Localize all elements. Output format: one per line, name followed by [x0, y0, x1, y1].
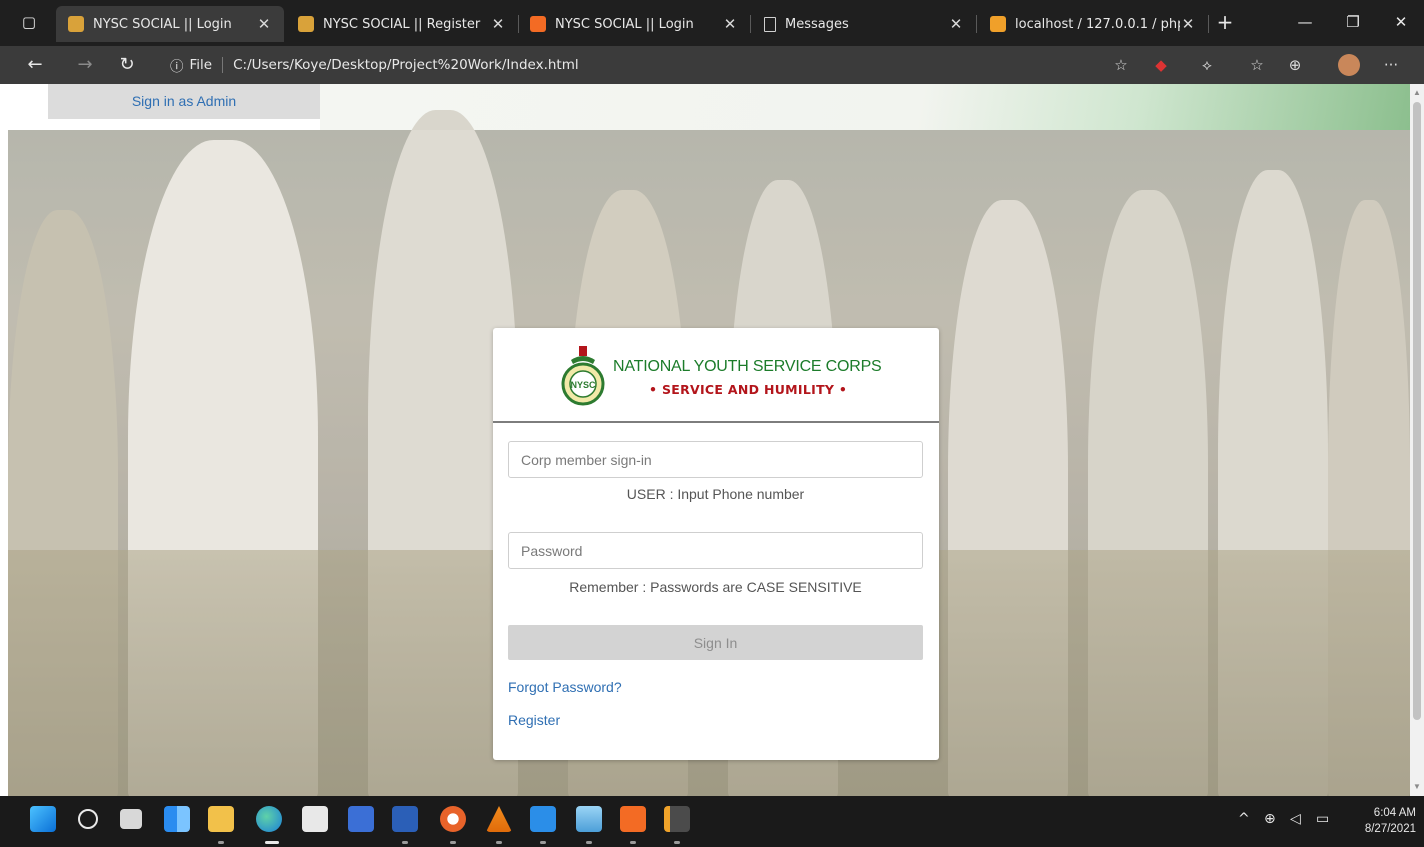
system-clock[interactable]: 6:04 AM 8/27/2021: [1350, 805, 1416, 837]
close-icon[interactable]: ✕: [948, 15, 964, 33]
close-icon[interactable]: ✕: [490, 15, 506, 33]
signin-button[interactable]: Sign In: [508, 625, 923, 660]
taskbar: ^ ⊕ ◁ ▭ 6:04 AM 8/27/2021: [0, 796, 1424, 847]
refresh-icon[interactable]: ↻: [112, 50, 142, 80]
forgot-password-link[interactable]: Forgot Password?: [508, 679, 622, 695]
scroll-down-icon[interactable]: ▼: [1410, 780, 1424, 794]
org-name: NATIONAL YOUTH SERVICE CORPS: [613, 358, 882, 375]
nysc-logo-icon: [298, 16, 314, 32]
tab-title: NYSC SOCIAL || Login: [555, 16, 694, 32]
restore-icon[interactable]: ❐: [1338, 8, 1368, 36]
profile-avatar[interactable]: [1338, 54, 1360, 76]
extension-icon[interactable]: ◆: [1150, 54, 1172, 76]
close-icon[interactable]: ✕: [722, 15, 738, 33]
forward-arrow-icon[interactable]: →: [70, 50, 100, 80]
close-window-icon[interactable]: ✕: [1386, 8, 1416, 36]
chrome-icon[interactable]: [440, 806, 466, 832]
scrollbar[interactable]: ▲ ▼: [1410, 84, 1424, 796]
word-icon[interactable]: [392, 806, 418, 832]
tab-title: NYSC SOCIAL || Login: [93, 16, 232, 32]
header-banner: [320, 84, 1410, 130]
org-motto: • SERVICE AND HUMILITY •: [649, 382, 848, 397]
task-view-icon[interactable]: [120, 809, 142, 829]
favorites-star-icon[interactable]: ☆: [1110, 54, 1132, 76]
address-bar: ← → ↻ ⓘ File C:/Users/Koye/Desktop/Proje…: [0, 46, 1424, 84]
password-hint: Remember : Passwords are CASE SENSITIVE: [569, 579, 862, 595]
clock-time: 6:04 AM: [1373, 807, 1416, 819]
url-text: C:/Users/Koye/Desktop/Project%20Work/Ind…: [233, 57, 579, 73]
back-arrow-icon[interactable]: ←: [20, 50, 50, 80]
search-icon[interactable]: [78, 809, 98, 829]
minimize-icon[interactable]: —: [1290, 8, 1320, 36]
xampp-icon[interactable]: [620, 806, 646, 832]
start-icon[interactable]: [30, 806, 56, 832]
puzzle-extensions-icon[interactable]: ⟡: [1196, 54, 1218, 76]
tab-title: localhost / 127.0.0.1 / phpch: [1015, 16, 1180, 32]
admin-signin-button[interactable]: Sign in as Admin: [48, 84, 320, 119]
nysc-logo-icon: NYSC: [561, 346, 605, 406]
xampp-icon: [530, 16, 546, 32]
widgets-icon[interactable]: [164, 806, 190, 832]
speaker-icon[interactable]: ◁: [1290, 811, 1301, 827]
store-icon[interactable]: [302, 806, 328, 832]
browser-tab-bar: ▢ NYSC SOCIAL || Login ✕ NYSC SOCIAL || …: [0, 0, 1424, 46]
card-header: NYSC NATIONAL YOUTH SERVICE CORPS • SERV…: [493, 328, 939, 423]
sublime-icon[interactable]: [664, 806, 690, 832]
user-hint: USER : Input Phone number: [626, 486, 805, 502]
new-tab-button[interactable]: +: [1210, 8, 1240, 36]
chevron-up-icon[interactable]: ^: [1238, 811, 1250, 827]
nysc-logo-icon: [68, 16, 84, 32]
tab-actions-icon[interactable]: ▢: [14, 8, 44, 36]
scroll-up-icon[interactable]: ▲: [1410, 86, 1424, 100]
vlc-icon[interactable]: [486, 806, 512, 832]
tab-nysc-login-2[interactable]: NYSC SOCIAL || Login ✕: [518, 6, 750, 42]
user-phone-input[interactable]: [508, 441, 923, 478]
tab-nysc-register[interactable]: NYSC SOCIAL || Register ✕: [286, 6, 518, 42]
register-link[interactable]: Register: [508, 712, 560, 728]
file-label: File: [189, 57, 213, 73]
tab-messages[interactable]: Messages ✕: [752, 6, 976, 42]
page-viewport: Sign in as Admin NYSC NATIONAL YOUTH SER…: [0, 84, 1410, 796]
logo-initials: NYSC: [570, 380, 596, 390]
background-photo: NYSC NATIONAL YOUTH SERVICE CORPS • SERV…: [8, 110, 1410, 796]
file-explorer-icon[interactable]: [208, 806, 234, 832]
more-options-icon[interactable]: ···: [1380, 54, 1402, 76]
tab-phpmyadmin[interactable]: localhost / 127.0.0.1 / phpch ✕: [978, 6, 1208, 42]
tab-title: NYSC SOCIAL || Register: [323, 16, 481, 32]
vscode-icon[interactable]: [530, 806, 556, 832]
photos-icon[interactable]: [576, 806, 602, 832]
edge-icon[interactable]: [256, 806, 282, 832]
tab-title: Messages: [785, 16, 849, 32]
url-field[interactable]: ⓘ File C:/Users/Koye/Desktop/Project%20W…: [170, 55, 579, 75]
clock-date: 8/27/2021: [1364, 823, 1416, 835]
close-icon[interactable]: ✕: [256, 15, 272, 33]
favorites-icon[interactable]: ☆: [1246, 54, 1268, 76]
collections-icon[interactable]: ⊕: [1284, 54, 1306, 76]
visual-studio-icon[interactable]: [348, 806, 374, 832]
language-globe-icon[interactable]: ⊕: [1264, 811, 1276, 827]
phpmyadmin-icon: [990, 16, 1006, 32]
page-icon: [764, 16, 776, 32]
battery-icon[interactable]: ▭: [1316, 811, 1329, 827]
close-icon[interactable]: ✕: [1180, 15, 1196, 33]
scroll-thumb[interactable]: [1413, 102, 1421, 720]
login-card: NYSC NATIONAL YOUTH SERVICE CORPS • SERV…: [493, 328, 939, 760]
info-icon[interactable]: ⓘ: [170, 55, 184, 75]
password-input[interactable]: [508, 532, 923, 569]
tab-nysc-login[interactable]: NYSC SOCIAL || Login ✕: [56, 6, 284, 42]
